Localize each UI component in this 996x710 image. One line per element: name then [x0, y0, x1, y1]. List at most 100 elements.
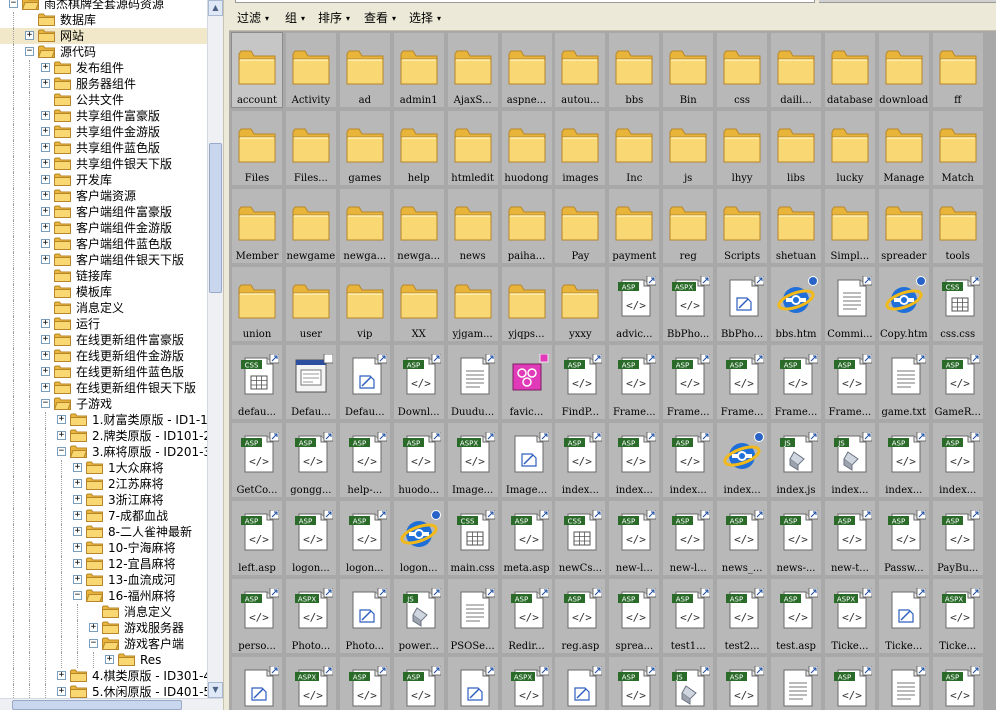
tree-node[interactable]: + 服务器组件 — [0, 76, 207, 92]
tree-node[interactable]: +1.财富类原版 - ID1-10 — [0, 412, 215, 428]
expand-icon[interactable]: + — [41, 175, 50, 184]
file-item[interactable]: ASP </> index... — [878, 423, 929, 497]
tree-node[interactable]: 公共文件 — [0, 92, 207, 108]
tree-node[interactable]: + 在线更新组件蓝色版 — [0, 364, 207, 380]
expand-icon[interactable]: + — [41, 319, 50, 328]
tree-node[interactable]: + 客户端组件富豪版 — [0, 204, 207, 220]
file-item[interactable]: ASP </> perso... — [232, 579, 282, 653]
file-item[interactable]: Defau... — [285, 345, 336, 419]
file-item[interactable]: Copy.htm — [878, 267, 929, 341]
tree-node[interactable]: − 雨杰棋牌全套源码资源 — [0, 0, 207, 12]
file-item[interactable]: Defau... — [339, 345, 390, 419]
tree-node[interactable]: 数据库 — [0, 12, 207, 28]
folder-item[interactable]: yjqps... — [501, 267, 552, 341]
folder-item[interactable]: AjaxS... — [447, 33, 498, 107]
tree-node[interactable]: 消息定义 — [0, 300, 207, 316]
folder-item[interactable]: Pay — [555, 189, 606, 263]
file-item[interactable]: logon... — [393, 501, 444, 575]
folder-item[interactable]: ff — [932, 33, 983, 107]
file-item[interactable]: ASPX </> Photo... — [285, 579, 336, 653]
folder-item[interactable]: union — [232, 267, 282, 341]
file-item[interactable]: ASPX </> Ticke... — [824, 579, 875, 653]
collapse-icon[interactable]: − — [73, 591, 82, 600]
tree-node[interactable]: + 客户端资源 — [0, 188, 207, 204]
expand-icon[interactable]: + — [41, 143, 50, 152]
collapse-icon[interactable]: − — [9, 0, 18, 8]
file-item[interactable]: ASP </> news-... — [771, 501, 821, 575]
tree-node[interactable]: + 在线更新组件富豪版 — [0, 332, 207, 348]
filter-menu-button[interactable]: 过滤 ▾ — [237, 10, 269, 26]
folder-item[interactable]: payment — [609, 189, 660, 263]
tree-node[interactable]: +8-二人雀神最新 — [0, 524, 207, 540]
tree-node[interactable]: +4.棋类原版 - ID301-40 — [0, 668, 219, 684]
folder-item[interactable]: account — [231, 32, 283, 108]
file-item[interactable]: ASP </> test1... — [663, 579, 714, 653]
tree-node[interactable]: +7-成都血战 — [0, 508, 207, 524]
tree-node[interactable]: + 开发库 — [0, 172, 207, 188]
file-item[interactable]: BbPho... — [717, 267, 768, 341]
file-item[interactable]: game.txt — [878, 345, 929, 419]
folder-item[interactable]: htmledit — [447, 111, 498, 185]
scroll-up-button[interactable]: ▲ — [208, 0, 223, 16]
file-item[interactable]: ASPX </> BbPho... — [663, 267, 714, 341]
tree-node[interactable]: + Res — [0, 652, 207, 668]
file-item[interactable]: index... — [717, 423, 768, 497]
expand-icon[interactable]: + — [41, 191, 50, 200]
folder-item[interactable]: yxxy — [555, 267, 606, 341]
expand-icon[interactable]: + — [73, 559, 82, 568]
tree-node[interactable]: − 3.麻将原版 - ID201-30 — [0, 444, 219, 460]
file-item[interactable]: ASP </> Frame... — [824, 345, 875, 419]
file-item[interactable]: ASP </> Frame... — [609, 345, 660, 419]
tree-node[interactable]: + 共享组件蓝色版 — [0, 140, 207, 156]
file-item[interactable]: ASP </> GameR... — [932, 345, 983, 419]
file-item[interactable]: JS index.js — [771, 423, 821, 497]
tree-node[interactable]: + 网站 — [0, 28, 207, 44]
file-item[interactable]: ASP </> Frame... — [771, 345, 821, 419]
expand-icon[interactable]: + — [105, 655, 114, 664]
file-item[interactable]: Commi... — [824, 267, 875, 341]
expand-icon[interactable]: + — [41, 367, 50, 376]
tree-node[interactable]: + 客户端组件蓝色版 — [0, 236, 207, 252]
folder-item[interactable]: Files — [232, 111, 282, 185]
folder-item[interactable]: XX — [393, 267, 444, 341]
folder-item[interactable]: newga... — [393, 189, 444, 263]
folder-item[interactable]: css — [717, 33, 768, 107]
expand-icon[interactable]: + — [41, 223, 50, 232]
view-menu-button[interactable]: 查看 ▾ — [364, 10, 396, 26]
folder-item[interactable]: Inc — [609, 111, 660, 185]
expand-icon[interactable]: + — [41, 383, 50, 392]
scroll-thumb[interactable] — [209, 143, 222, 293]
collapse-icon[interactable]: − — [57, 447, 66, 456]
tree-node[interactable]: + 客户端组件银天下版 — [0, 252, 207, 268]
tree-node[interactable]: +3浙江麻将 — [0, 492, 207, 508]
folder-item[interactable]: newga... — [339, 189, 390, 263]
folder-item[interactable]: Manage — [878, 111, 929, 185]
collapse-icon[interactable]: − — [25, 47, 34, 56]
file-item[interactable]: ASP </> new-t... — [824, 501, 875, 575]
tree-node[interactable]: 链接库 — [0, 268, 207, 284]
folder-item[interactable]: download — [878, 33, 929, 107]
expand-icon[interactable]: + — [73, 543, 82, 552]
folder-item[interactable]: images — [555, 111, 606, 185]
folder-item[interactable]: lucky — [824, 111, 875, 185]
tree-node[interactable]: 消息定义 — [0, 604, 207, 620]
file-item[interactable]: ASPX </> — [501, 657, 552, 710]
file-item[interactable] — [878, 657, 929, 710]
tree-node[interactable]: +12-宜昌麻将 — [0, 556, 207, 572]
file-item[interactable]: JS power... — [393, 579, 444, 653]
expand-icon[interactable]: + — [73, 511, 82, 520]
expand-icon[interactable]: + — [57, 687, 66, 696]
folder-item[interactable]: yjgam... — [447, 267, 498, 341]
file-item[interactable] — [771, 657, 821, 710]
expand-icon[interactable]: + — [41, 127, 50, 136]
folder-item[interactable]: autou... — [555, 33, 606, 107]
file-item[interactable]: ASP </> gongg... — [285, 423, 336, 497]
file-item[interactable]: ASP </> index... — [609, 423, 660, 497]
expand-icon[interactable]: + — [73, 479, 82, 488]
folder-item[interactable]: spreader — [878, 189, 929, 263]
file-item[interactable]: ASP </> logon... — [339, 501, 390, 575]
folder-item[interactable]: Bin — [663, 33, 714, 107]
folder-item[interactable]: lhyy — [717, 111, 768, 185]
folder-item[interactable]: daili... — [771, 33, 821, 107]
file-item[interactable]: Photo... — [339, 579, 390, 653]
